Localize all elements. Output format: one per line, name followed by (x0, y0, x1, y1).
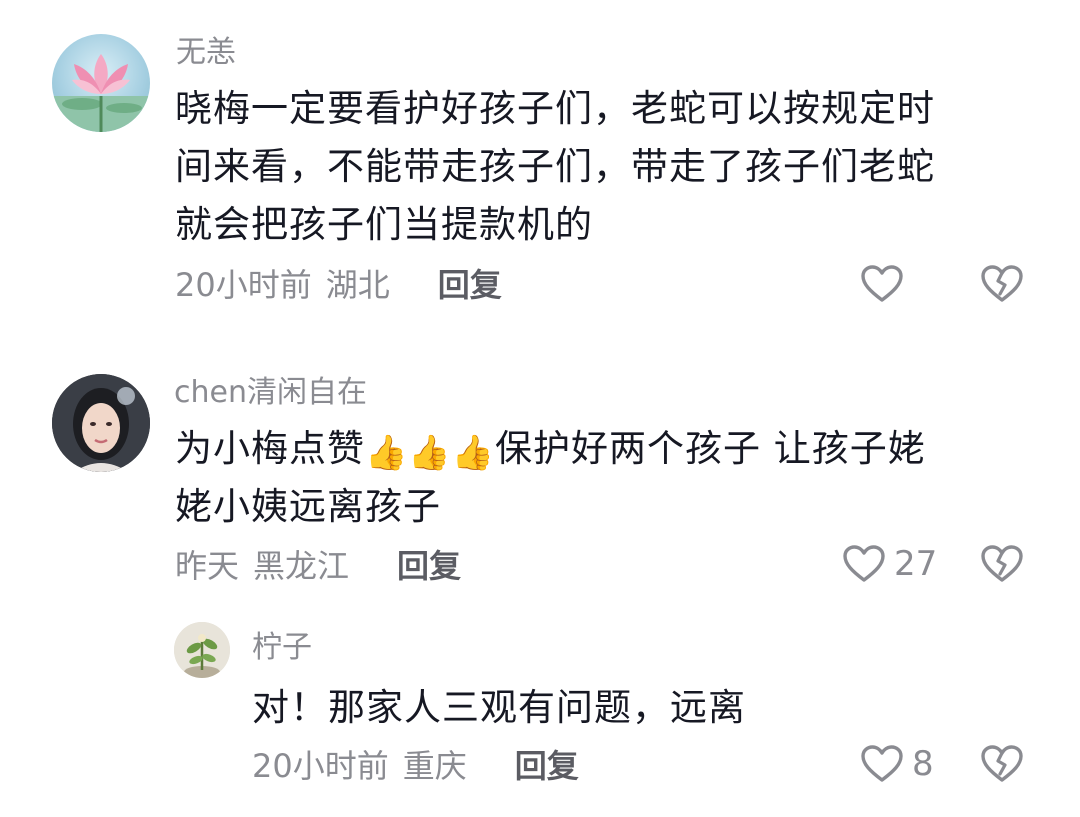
reply-button[interactable]: 回复 (397, 546, 461, 586)
comment-text-line: 晓梅一定要看护好孩子们，老蛇可以按规定时 (175, 87, 935, 130)
comment-item: chen清闲自在 为小梅点赞👍👍👍保护好两个孩子 让孩子姥 姥小姨远离孩子 昨天… (0, 340, 1080, 600)
plant-icon (174, 622, 230, 678)
comment-text-segment: 为小梅点赞 (175, 427, 365, 470)
dislike-button[interactable] (980, 264, 1024, 304)
comment-text: 对！那家人三观有问题，远离 (252, 686, 746, 729)
lotus-flower-icon (52, 54, 150, 132)
dislike-button[interactable] (980, 544, 1024, 584)
timestamp: 昨天 (175, 547, 240, 585)
like-button[interactable] (860, 264, 904, 304)
comment-meta: 20小时前 湖北 回复 (175, 265, 502, 305)
reply-comment-item: 柠子 对！那家人三观有问题，远离 20小时前 重庆 回复 8 (0, 600, 1080, 817)
broken-heart-outline-icon (981, 545, 1023, 582)
comment-meta: 昨天 黑龙江 回复 (175, 546, 461, 586)
avatar[interactable] (52, 34, 150, 132)
reply-button[interactable]: 回复 (438, 265, 502, 305)
dislike-button[interactable] (980, 744, 1024, 784)
location: 湖北 (325, 266, 390, 304)
like-count: 8 (912, 744, 934, 784)
broken-heart-outline-icon (981, 265, 1023, 302)
like-button[interactable]: 27 (842, 544, 937, 584)
username[interactable]: 无恙 (176, 35, 236, 71)
username[interactable]: 柠子 (252, 630, 312, 666)
broken-heart-outline-icon (981, 745, 1023, 782)
comment-meta: 20小时前 重庆 回复 (252, 746, 579, 786)
comment-text-line: 为小梅点赞👍👍👍保护好两个孩子 让孩子姥 (175, 420, 1055, 478)
location: 黑龙江 (253, 547, 350, 585)
timestamp: 20小时前 (175, 266, 312, 304)
like-button[interactable]: 8 (860, 744, 934, 784)
heart-outline-icon (861, 745, 903, 782)
comment-text: 为小梅点赞👍👍👍保护好两个孩子 让孩子姥 姥小姨远离孩子 (175, 420, 1055, 536)
thumbs-up-emoji: 👍 (365, 433, 409, 473)
heart-outline-icon (861, 265, 903, 302)
heart-outline-icon (843, 545, 885, 582)
thumbs-up-emoji: 👍 (408, 433, 452, 473)
thumbs-up-emoji: 👍 (451, 433, 496, 473)
location: 重庆 (402, 747, 467, 785)
comment-text-line: 就会把孩子们当提款机的 (175, 203, 593, 246)
like-count: 27 (894, 544, 938, 584)
avatar[interactable] (52, 374, 150, 472)
username[interactable]: chen清闲自在 (174, 375, 367, 411)
comment-item: 无恙 晓梅一定要看护好孩子们，老蛇可以按规定时 间来看，不能带走孩子们，带走了孩… (0, 0, 1080, 340)
comment-text-line: 姥小姨远离孩子 (175, 485, 441, 528)
comment-text-line: 间来看，不能带走孩子们，带走了孩子们老蛇 (175, 145, 935, 188)
woman-portrait-icon (52, 374, 150, 472)
timestamp: 20小时前 (252, 747, 389, 785)
comment-text: 晓梅一定要看护好孩子们，老蛇可以按规定时 间来看，不能带走孩子们，带走了孩子们老… (175, 80, 1045, 254)
avatar[interactable] (174, 622, 230, 678)
reply-button[interactable]: 回复 (515, 746, 579, 786)
comment-text-segment: 保护好两个孩子 让孩子姥 (495, 427, 926, 470)
